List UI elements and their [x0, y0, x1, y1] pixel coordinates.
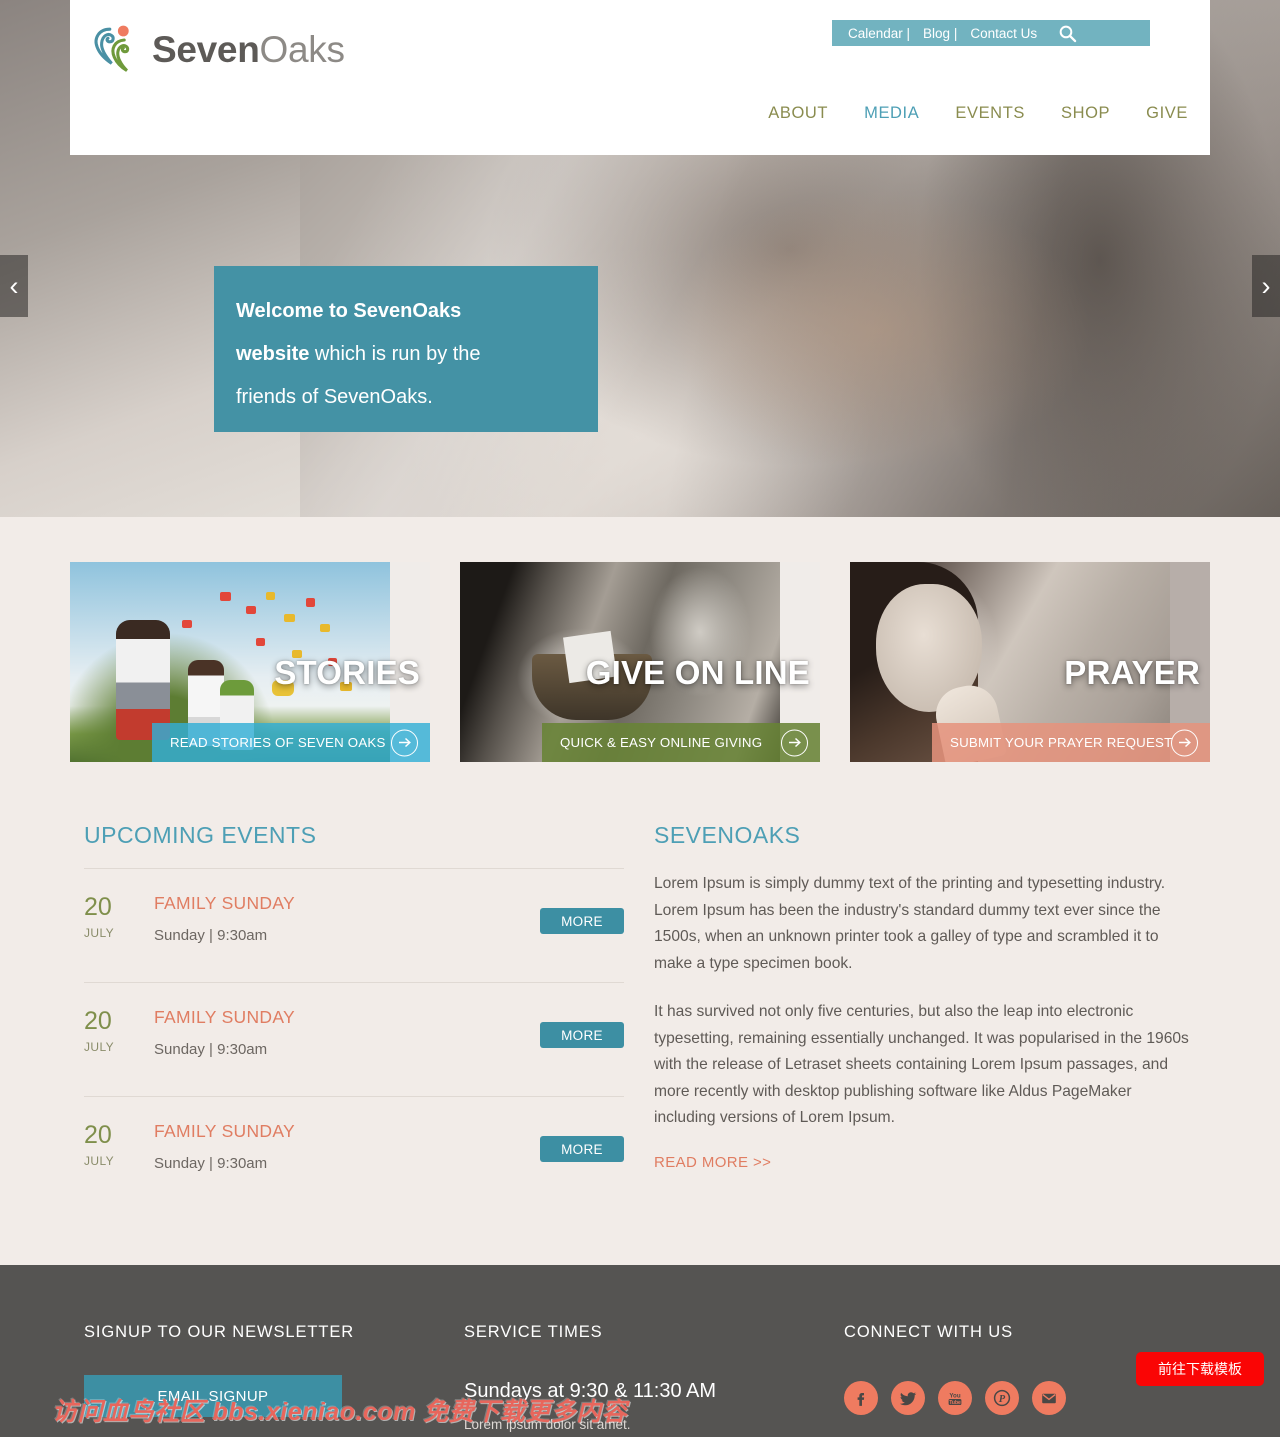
- service-times-main: Sundays at 9:30 & 11:30 AM: [464, 1380, 717, 1402]
- event-day: 20: [84, 1007, 112, 1035]
- event-day: 20: [84, 893, 112, 921]
- seven-oaks-logo-icon: [94, 25, 130, 72]
- prayer-title: PRAYER: [1064, 654, 1200, 691]
- about-heading: SEVENOAKS: [654, 822, 801, 848]
- logo-text: SevenOaks: [152, 31, 345, 68]
- event-month: JULY: [84, 1040, 115, 1054]
- stories-cta[interactable]: READ STORIES OF SEVEN OAKS: [152, 723, 430, 762]
- logo-text-bold: Seven: [152, 28, 260, 70]
- social-links: You Tube P: [844, 1381, 1066, 1415]
- stories-title: STORIES: [274, 654, 420, 691]
- carousel-next-arrow[interactable]: ›: [1252, 255, 1280, 317]
- feature-card-stories[interactable]: STORIES READ STORIES OF SEVEN OAKS: [70, 562, 430, 762]
- chevron-left-icon: ‹: [9, 270, 19, 301]
- hero-caption-text: Welcome to SevenOaks website which is ru…: [236, 290, 572, 419]
- site-footer: SIGNUP TO OUR NEWSLETTER EMAIL SIGNUP SE…: [0, 1265, 1280, 1437]
- nav-item-give[interactable]: GIVE: [1146, 104, 1188, 123]
- event-more-button[interactable]: MORE: [540, 1136, 624, 1162]
- event-date: 20 JULY: [84, 1121, 146, 1169]
- hero-caption-line2-rest: which is run by the: [309, 343, 481, 365]
- event-detail: Sunday | 9:30am: [154, 1041, 268, 1058]
- event-row: 20 JULY FAMILY SUNDAY Sunday | 9:30am MO…: [84, 1097, 624, 1211]
- paypal-icon[interactable]: P: [985, 1381, 1019, 1415]
- arrow-right-icon: [391, 729, 418, 756]
- newsletter-heading: SIGNUP TO OUR NEWSLETTER: [84, 1323, 355, 1341]
- event-day: 20: [84, 1121, 112, 1149]
- give-cta[interactable]: QUICK & EASY ONLINE GIVING: [542, 723, 820, 762]
- arrow-right-icon: [1171, 729, 1198, 756]
- connect-heading: CONNECT WITH US: [844, 1323, 1014, 1341]
- nav-item-shop[interactable]: SHOP: [1061, 104, 1110, 123]
- hero-caption-line1: Welcome to SevenOaks: [236, 300, 462, 322]
- main-navigation: ABOUT MEDIA EVENTS SHOP GIVE: [768, 104, 1188, 123]
- svg-text:P: P: [999, 1394, 1006, 1405]
- utility-link-blog[interactable]: Blog |: [923, 26, 957, 41]
- event-title[interactable]: FAMILY SUNDAY: [154, 1121, 295, 1142]
- hero-caption-line2-bold: website: [236, 343, 310, 365]
- upcoming-events-heading: UPCOMING EVENTS: [84, 822, 317, 848]
- event-title[interactable]: FAMILY SUNDAY: [154, 893, 295, 914]
- logo-text-light: Oaks: [259, 28, 345, 70]
- search-icon[interactable]: [1058, 24, 1077, 43]
- give-title: GIVE ON LINE: [585, 654, 810, 691]
- prayer-cta[interactable]: SUBMIT YOUR PRAYER REQUEST: [932, 723, 1210, 762]
- facebook-icon[interactable]: [844, 1381, 878, 1415]
- service-times-heading: SERVICE TIMES: [464, 1323, 603, 1341]
- prayer-cta-label: SUBMIT YOUR PRAYER REQUEST: [950, 735, 1173, 750]
- arrow-right-icon: [781, 729, 808, 756]
- upcoming-events-column: UPCOMING EVENTS 20 JULY FAMILY SUNDAY Su…: [84, 822, 624, 1211]
- nav-item-events[interactable]: EVENTS: [955, 104, 1025, 123]
- utility-navigation: Calendar | Blog | Contact Us: [832, 20, 1150, 46]
- hero-caption: Welcome to SevenOaks website which is ru…: [214, 266, 598, 432]
- youtube-icon[interactable]: You Tube: [938, 1381, 972, 1415]
- feature-card-give-online[interactable]: GIVE ON LINE QUICK & EASY ONLINE GIVING: [460, 562, 820, 762]
- footer-newsletter: SIGNUP TO OUR NEWSLETTER EMAIL SIGNUP: [84, 1323, 424, 1417]
- twitter-icon[interactable]: [891, 1381, 925, 1415]
- footer-service-times: SERVICE TIMES Sundays at 9:30 & 11:30 AM…: [464, 1323, 804, 1432]
- utility-link-contact-us[interactable]: Contact Us: [970, 26, 1037, 41]
- about-paragraph-1: Lorem Ipsum is simply dummy text of the …: [654, 875, 1166, 972]
- event-row: 20 JULY FAMILY SUNDAY Sunday | 9:30am MO…: [84, 869, 624, 983]
- service-times-sub: Lorem ipsum dolor sit amet.: [464, 1417, 631, 1432]
- event-detail: Sunday | 9:30am: [154, 1155, 268, 1172]
- chevron-right-icon: ›: [1261, 270, 1271, 301]
- svg-text:You: You: [949, 1393, 960, 1400]
- download-template-button[interactable]: 前往下载模板: [1136, 1352, 1264, 1386]
- event-row: 20 JULY FAMILY SUNDAY Sunday | 9:30am MO…: [84, 983, 624, 1097]
- hero-caption-line3: friends of SevenOaks.: [236, 386, 433, 408]
- event-detail: Sunday | 9:30am: [154, 927, 268, 944]
- event-title[interactable]: FAMILY SUNDAY: [154, 1007, 295, 1028]
- about-column: SEVENOAKS Lorem Ipsum is simply dummy te…: [654, 822, 1196, 1172]
- carousel-prev-arrow[interactable]: ‹: [0, 255, 28, 317]
- event-month: JULY: [84, 926, 115, 940]
- stories-cta-label: READ STORIES OF SEVEN OAKS: [170, 735, 386, 750]
- about-paragraph-2: It has survived not only five centuries,…: [654, 1003, 1189, 1126]
- event-more-button[interactable]: MORE: [540, 908, 624, 934]
- nav-item-about[interactable]: ABOUT: [768, 104, 828, 123]
- event-more-button[interactable]: MORE: [540, 1022, 624, 1048]
- feature-cards: STORIES READ STORIES OF SEVEN OAKS GIVE …: [0, 517, 1280, 822]
- logo[interactable]: SevenOaks: [90, 22, 345, 76]
- event-date: 20 JULY: [84, 893, 146, 941]
- footer-connect: CONNECT WITH US You Tube P: [844, 1323, 1184, 1415]
- event-month: JULY: [84, 1154, 115, 1168]
- nav-item-media[interactable]: MEDIA: [864, 104, 919, 123]
- email-icon[interactable]: [1032, 1381, 1066, 1415]
- feature-card-prayer[interactable]: PRAYER SUBMIT YOUR PRAYER REQUEST: [850, 562, 1210, 762]
- email-signup-button[interactable]: EMAIL SIGNUP: [84, 1375, 342, 1417]
- read-more-link[interactable]: READ MORE >>: [654, 1154, 771, 1171]
- page-root: ‹ › Welcome to SevenOaks website which i…: [0, 0, 1280, 1437]
- event-date: 20 JULY: [84, 1007, 146, 1055]
- utility-link-calendar[interactable]: Calendar |: [848, 26, 910, 41]
- svg-text:Tube: Tube: [949, 1400, 961, 1406]
- give-cta-label: QUICK & EASY ONLINE GIVING: [560, 735, 763, 750]
